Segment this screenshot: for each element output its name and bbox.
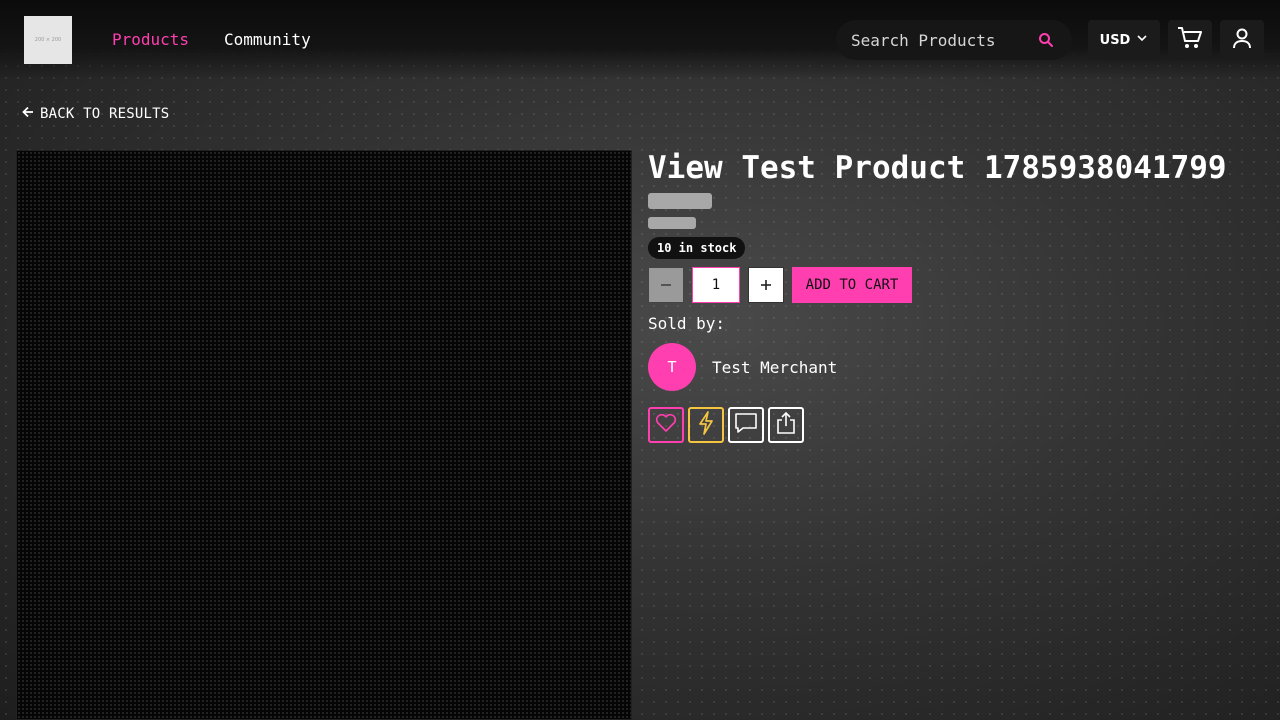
cart-button[interactable]: [1168, 20, 1212, 60]
account-button[interactable]: [1220, 20, 1264, 60]
site-header: 200 × 200 Products Community USD: [0, 0, 1280, 80]
merchant-initial: T: [667, 358, 677, 376]
back-to-results-link[interactable]: BACK TO RESULTS: [22, 106, 169, 122]
favorite-button[interactable]: [648, 407, 684, 443]
cart-icon: [1177, 26, 1203, 54]
lightning-icon: [697, 411, 715, 439]
chevron-down-icon: [1136, 32, 1148, 48]
plus-icon: [759, 273, 773, 297]
message-icon: [734, 412, 758, 438]
search-bar: [836, 20, 1072, 60]
search-input[interactable]: [851, 30, 1026, 50]
add-to-cart-button[interactable]: ADD TO CART: [792, 267, 912, 303]
user-icon: [1231, 27, 1253, 53]
subprice-skeleton: [648, 217, 696, 229]
arrow-left-icon: [22, 106, 34, 122]
stock-label: 10 in stock: [657, 241, 737, 255]
site-logo[interactable]: 200 × 200: [24, 16, 72, 64]
product-title: View Test Product 1785938041799: [648, 150, 1227, 186]
merchant-name[interactable]: Test Merchant: [712, 358, 837, 377]
zap-button[interactable]: [688, 407, 724, 443]
search-icon[interactable]: [1038, 32, 1054, 48]
merchant-avatar[interactable]: T: [648, 343, 696, 391]
heart-icon: [655, 413, 677, 437]
share-icon: [776, 411, 796, 439]
price-skeleton: [648, 193, 712, 209]
currency-label: USD: [1099, 32, 1131, 48]
quantity-decrease-button[interactable]: [648, 267, 684, 303]
nav-products[interactable]: Products: [112, 30, 189, 49]
quantity-input[interactable]: [692, 267, 740, 303]
stock-badge: 10 in stock: [648, 237, 746, 259]
logo-placeholder-text: 200 × 200: [34, 37, 62, 43]
currency-selector[interactable]: USD: [1088, 20, 1160, 60]
sold-by-label: Sold by:: [648, 314, 726, 333]
product-image[interactable]: [16, 150, 632, 720]
quantity-increase-button[interactable]: [748, 267, 784, 303]
message-button[interactable]: [728, 407, 764, 443]
minus-icon: [659, 273, 673, 297]
back-label: BACK TO RESULTS: [40, 106, 170, 122]
share-button[interactable]: [768, 407, 804, 443]
nav-community[interactable]: Community: [224, 30, 311, 49]
